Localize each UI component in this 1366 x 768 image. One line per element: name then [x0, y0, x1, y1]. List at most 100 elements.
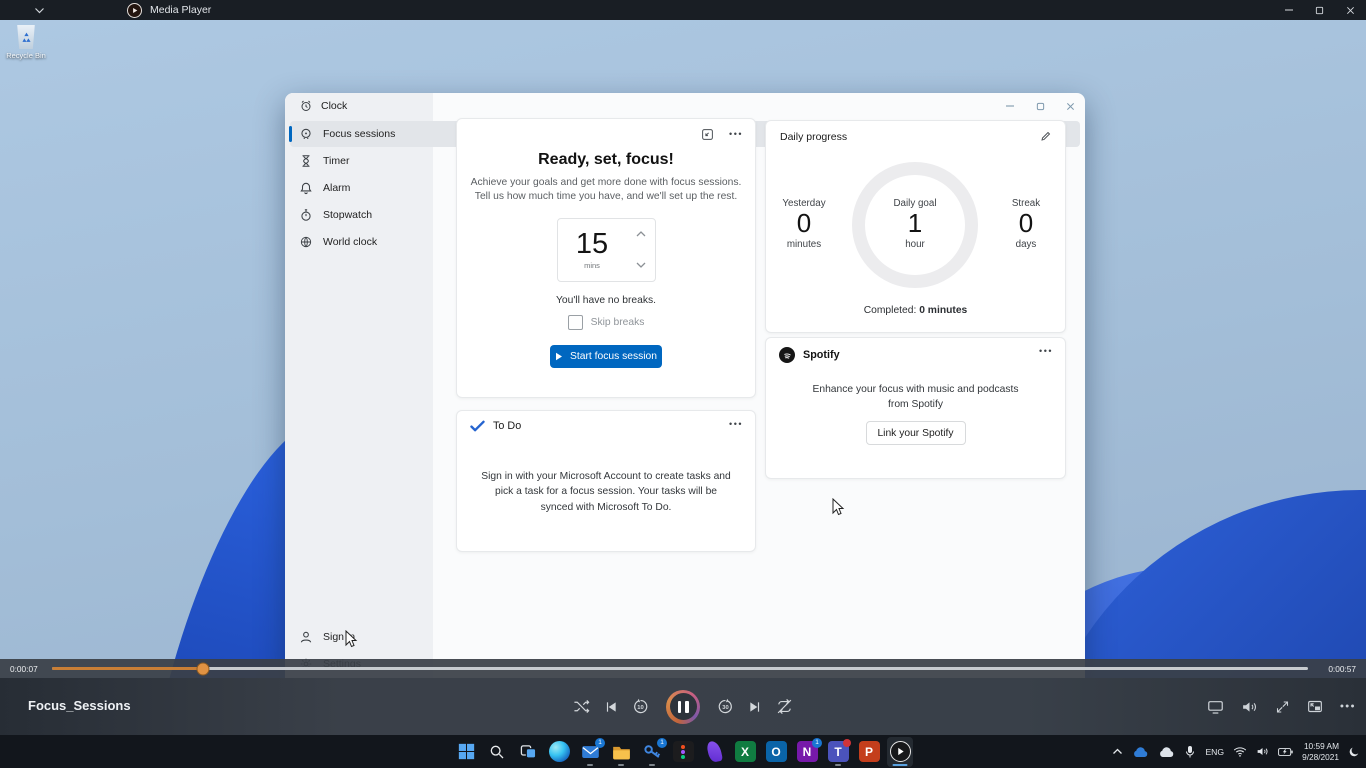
chevron-down-icon[interactable]	[627, 250, 655, 281]
search-icon[interactable]	[484, 737, 510, 767]
sidebar-item-label: Focus sessions	[323, 128, 395, 140]
recorded-mouse-cursor	[345, 630, 358, 649]
stat-value: 0	[764, 209, 844, 239]
more-options-icon[interactable]: •••	[729, 420, 743, 429]
skip-back-10-icon[interactable]: 10	[632, 698, 649, 715]
pause-button[interactable]	[666, 690, 700, 724]
stat-unit: days	[986, 239, 1066, 250]
sidebar-item-sign-in[interactable]: Sign in	[290, 624, 1080, 650]
stopwatch-icon	[299, 208, 313, 222]
edit-pencil-icon[interactable]	[1040, 130, 1052, 142]
stat-value: 1	[875, 209, 955, 239]
daily-progress-title: Daily progress	[780, 131, 847, 143]
media-player-taskbar-icon[interactable]	[887, 737, 913, 767]
key-app-badge: 1	[657, 738, 667, 748]
spotify-header: Spotify	[779, 347, 840, 363]
clock-maximize-button[interactable]	[1025, 93, 1055, 119]
mouse-cursor	[832, 498, 845, 517]
daily-progress-card: Daily progress Yesterday 0 minutes Daily…	[765, 120, 1066, 333]
globe-icon	[299, 235, 313, 249]
purple-cone-app-icon[interactable]	[701, 737, 727, 767]
volume-tray-icon[interactable]	[1256, 746, 1269, 757]
recycle-bin-shortcut[interactable]: Recycle Bin	[7, 25, 45, 60]
stat-streak: Streak 0 days	[986, 198, 1066, 250]
language-indicator[interactable]: ENG	[1205, 747, 1224, 757]
more-options-icon[interactable]: •••	[1039, 347, 1053, 356]
mail-icon[interactable]: 1	[577, 737, 603, 767]
battery-icon[interactable]	[1278, 747, 1293, 757]
spotify-icon	[779, 347, 795, 363]
teams-icon[interactable]: T	[825, 737, 851, 767]
link-spotify-button[interactable]: Link your Spotify	[866, 421, 966, 445]
file-explorer-icon[interactable]	[608, 737, 634, 767]
focus-assist-moon-icon[interactable]	[1348, 746, 1360, 758]
minutes-value: 15	[576, 230, 608, 259]
chevron-up-icon[interactable]	[627, 219, 655, 250]
spotify-text: Enhance your focus with music and podcas…	[810, 383, 1021, 413]
task-view-icon[interactable]	[515, 737, 541, 767]
powerpoint-icon[interactable]: P	[856, 737, 882, 767]
stepper-buttons	[627, 219, 655, 281]
remaining-time: 0:00:57	[1316, 664, 1356, 674]
completed-prefix: Completed:	[864, 305, 917, 316]
sidebar-item-label: World clock	[323, 236, 377, 248]
alarm-clock-icon	[300, 100, 312, 112]
tray-chevron-up-icon[interactable]	[1112, 748, 1123, 755]
sidebar-item-label: Timer	[323, 155, 349, 167]
mini-player-icon[interactable]	[1307, 700, 1323, 714]
secondary-controls: •••	[1207, 699, 1356, 714]
focus-card-menu: •••	[701, 128, 743, 141]
fullscreen-icon[interactable]	[1275, 699, 1290, 714]
stat-value: 0	[986, 209, 1066, 239]
skip-forward-30-icon[interactable]: 30	[717, 698, 734, 715]
excel-icon[interactable]: X	[732, 737, 758, 767]
start-focus-session-button[interactable]: Start focus session	[550, 345, 662, 368]
clock-close-button[interactable]	[1055, 93, 1085, 119]
chevron-down-icon[interactable]	[34, 7, 45, 14]
skip-breaks-row: Skip breaks	[457, 315, 755, 330]
tray-date: 9/28/2021	[1302, 752, 1339, 763]
todo-card-menu: •••	[729, 420, 743, 429]
more-icon[interactable]: •••	[1340, 701, 1356, 712]
spotify-card: Spotify ••• Enhance your focus with musi…	[765, 337, 1066, 479]
clock-minimize-button[interactable]	[995, 93, 1025, 119]
focus-session-card: ••• Ready, set, focus! Achieve your goal…	[456, 118, 756, 398]
figma-icon[interactable]	[670, 737, 696, 767]
outlook-icon[interactable]: O	[763, 737, 789, 767]
edge-icon[interactable]	[546, 737, 572, 767]
minimize-button[interactable]	[1273, 0, 1304, 20]
seek-thumb[interactable]	[196, 662, 209, 675]
compact-overlay-icon[interactable]	[701, 128, 714, 141]
clock-titlebar: Clock	[285, 93, 1085, 119]
teams-notification-badge	[843, 739, 851, 747]
onedrive-cloud-icon[interactable]	[1132, 746, 1149, 758]
more-options-icon[interactable]: •••	[729, 130, 743, 139]
shuffle-icon[interactable]	[573, 699, 590, 714]
spotify-card-menu: •••	[1039, 347, 1053, 356]
close-button[interactable]	[1335, 0, 1366, 20]
skip-breaks-label: Skip breaks	[591, 317, 645, 328]
stat-unit: minutes	[764, 239, 844, 250]
onenote-badge: 1	[812, 738, 822, 748]
taskbar-center: 1 1 X O N 1 T P	[453, 735, 913, 768]
onenote-icon[interactable]: N 1	[794, 737, 820, 767]
todo-header: To Do	[470, 420, 521, 432]
wifi-icon[interactable]	[1233, 746, 1247, 757]
tray-time: 10:59 AM	[1302, 741, 1339, 752]
skip-breaks-checkbox[interactable]	[568, 315, 583, 330]
start-button[interactable]	[453, 737, 479, 767]
skip-back-label: 10	[637, 705, 643, 711]
restore-button[interactable]	[1304, 0, 1335, 20]
volume-icon[interactable]	[1241, 699, 1258, 714]
previous-track-icon[interactable]	[604, 700, 618, 714]
clock-datetime[interactable]: 10:59 AM 9/28/2021	[1302, 741, 1339, 763]
cast-to-device-icon[interactable]	[1207, 699, 1224, 714]
repeat-off-icon[interactable]	[776, 698, 793, 715]
seek-track[interactable]	[52, 667, 1308, 670]
focus-description: Achieve your goals and get more done wit…	[467, 176, 745, 205]
weather-cloud-icon[interactable]	[1158, 746, 1175, 758]
microphone-icon[interactable]	[1184, 745, 1196, 759]
taskbar: 1 1 X O N 1 T P	[0, 735, 1366, 768]
next-track-icon[interactable]	[748, 700, 762, 714]
key-app-icon[interactable]: 1	[639, 737, 665, 767]
